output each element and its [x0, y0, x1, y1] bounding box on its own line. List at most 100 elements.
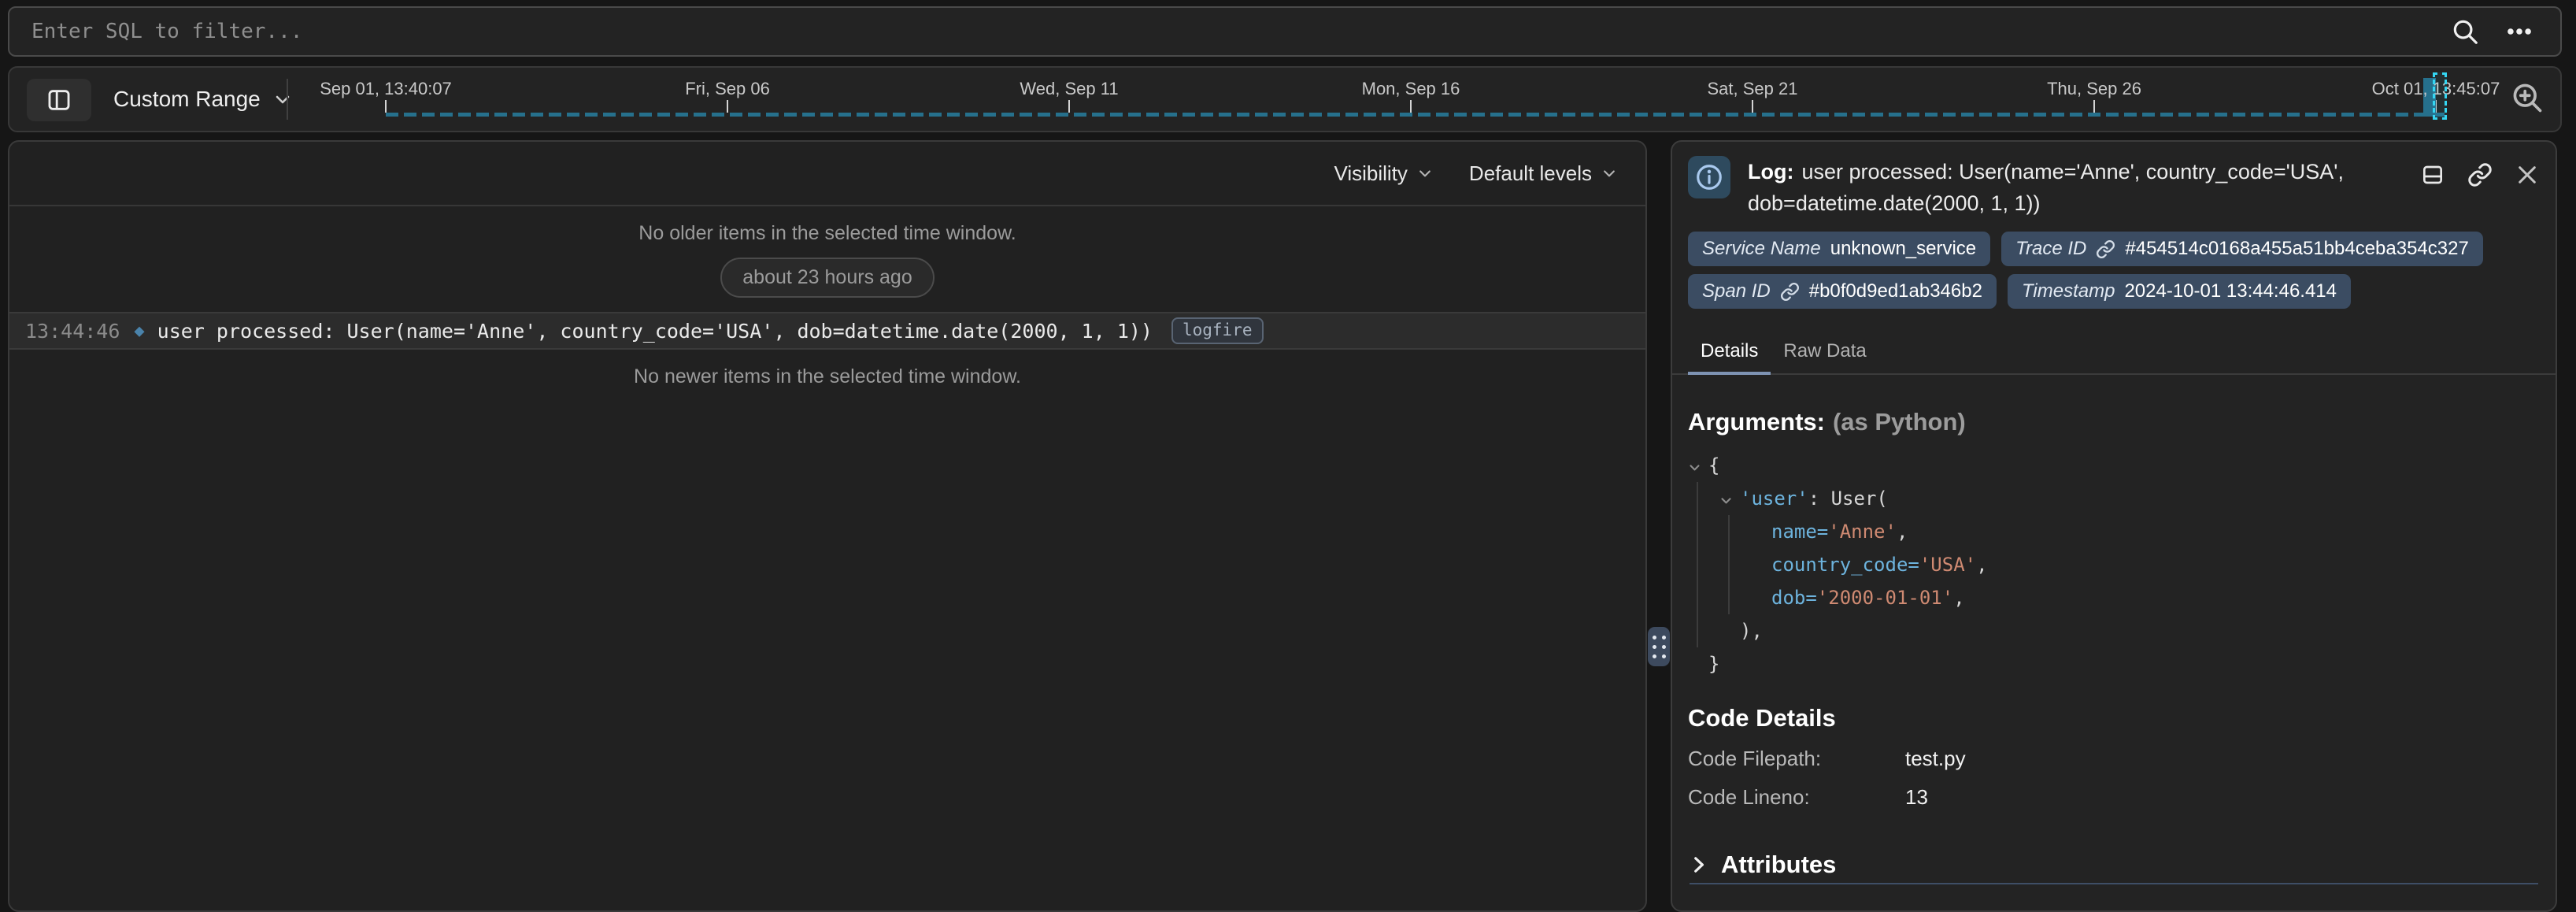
timeline-tick-label: Thu, Sep 26	[2047, 79, 2141, 99]
code-token: dob=	[1771, 587, 1817, 609]
collapse-toggle[interactable]	[1719, 484, 1733, 517]
chevron-down-icon[interactable]	[1719, 494, 1733, 507]
code-token: ,	[1976, 554, 1987, 576]
code-line: ),	[1688, 614, 2540, 647]
zoom-in-button[interactable]	[2510, 80, 2545, 117]
zoom-in-icon	[2510, 80, 2545, 115]
arguments-code-tree: {'user': User(name='Anne',country_code='…	[1688, 449, 2540, 680]
sql-filter-bar	[8, 6, 2562, 57]
panel-resizer[interactable]	[1647, 140, 1671, 885]
code-line: }	[1688, 647, 2540, 680]
badge-label: Span ID	[1702, 280, 1771, 302]
tab-raw-data[interactable]: Raw Data	[1771, 332, 1878, 373]
link-icon	[2096, 239, 2115, 259]
detail-actions	[2420, 156, 2540, 187]
code-detail-value: test.py	[1905, 747, 1966, 771]
code-token: 'user'	[1740, 488, 1808, 510]
badge-value: #454514c0168a455a51bb4ceba354c327	[2125, 238, 2468, 260]
badge-value: unknown_service	[1830, 238, 1976, 260]
chevron-down-icon	[1417, 165, 1433, 181]
default-levels-label: Default levels	[1469, 161, 1592, 186]
arguments-heading: Arguments:(as Python)	[1672, 408, 2556, 436]
log-row[interactable]: 13:44:46 ◆ user processed: User(name='An…	[9, 312, 1645, 350]
link-icon	[1780, 282, 1800, 302]
code-line: 'user': User(	[1688, 482, 2540, 515]
collapse-toggle[interactable]	[1688, 451, 1701, 484]
timeline-tick-label: Sep 01, 13:40:07	[320, 79, 452, 99]
timeline-tick-mark	[1068, 100, 1070, 113]
search-icon[interactable]	[2450, 17, 2480, 46]
code-token: '2000-01-01'	[1817, 587, 1953, 609]
timeline-tick-label: Sat, Sep 21	[1708, 79, 1798, 99]
log-detail-panel: Log:user processed: User(name='Anne', co…	[1671, 140, 2557, 912]
info-icon	[1694, 162, 1724, 192]
sidebar-toggle-button[interactable]	[27, 79, 91, 121]
log-row-timestamp: 13:44:46	[25, 320, 120, 343]
log-tag-badge[interactable]: logfire	[1171, 317, 1264, 344]
no-older-items-text: No older items in the selected time wind…	[9, 222, 1645, 245]
timeline-activity-baseline	[386, 113, 2447, 117]
detail-tabs: DetailsRaw Data	[1672, 332, 2556, 375]
section-divider	[1690, 883, 2538, 884]
code-token: 'Anne'	[1828, 521, 1897, 543]
log-list-header: Visibility Default levels	[9, 142, 1645, 206]
code-token: ,	[1897, 521, 1908, 543]
permalink-icon[interactable]	[2467, 162, 2493, 187]
badge-label: Service Name	[1702, 238, 1821, 260]
timeline-track[interactable]: Sep 01, 13:40:07Fri, Sep 06Wed, Sep 11Mo…	[293, 68, 2482, 131]
visibility-dropdown[interactable]: Visibility	[1334, 161, 1432, 186]
metadata-badge: Timestamp 2024-10-01 13:44:46.414	[2008, 274, 2351, 309]
sql-bar-actions	[2450, 17, 2560, 46]
code-detail-value: 13	[1905, 785, 1928, 810]
close-icon[interactable]	[2515, 162, 2540, 187]
timeline-selection-handle[interactable]	[2433, 72, 2447, 120]
no-newer-items-text: No newer items in the selected time wind…	[9, 365, 1645, 388]
badge-value: #b0f0d9ed1ab346b2	[1809, 280, 1982, 302]
timeline-tick-label: Fri, Sep 06	[685, 79, 770, 99]
timeline-tick-mark	[727, 100, 728, 113]
more-options-icon[interactable]	[2504, 17, 2535, 46]
chevron-down-icon	[273, 90, 292, 109]
default-levels-dropdown[interactable]: Default levels	[1469, 161, 1617, 186]
code-detail-row: Code Lineno:13	[1672, 785, 2556, 810]
code-token: ,	[1953, 587, 1964, 609]
chevron-down-icon[interactable]	[1688, 461, 1701, 474]
tab-details[interactable]: Details	[1688, 332, 1771, 375]
badge-label: Trace ID	[2015, 238, 2086, 260]
timeline-tick-mark	[385, 100, 387, 113]
detail-title-text: user processed: User(name='Anne', countr…	[1748, 160, 2344, 215]
code-line: {	[1688, 449, 2540, 482]
code-token: }	[1708, 653, 1719, 675]
dock-bottom-icon[interactable]	[2420, 162, 2445, 187]
time-range-dropdown[interactable]: Custom Range	[113, 68, 292, 131]
sql-filter-input[interactable]	[9, 20, 2450, 43]
detail-header: Log:user processed: User(name='Anne', co…	[1672, 142, 2556, 219]
timeline-divider	[287, 79, 288, 120]
relative-time-badge: about 23 hours ago	[720, 258, 934, 298]
detail-title-prefix: Log:	[1748, 160, 1793, 184]
log-list-panel: Visibility Default levels No older items…	[8, 140, 1647, 912]
timeline-tick-mark	[2093, 100, 2095, 113]
code-details-rows: Code Filepath:test.py Code Lineno:13	[1672, 747, 2556, 810]
panel-left-icon	[46, 87, 72, 113]
code-token: : User(	[1808, 488, 1888, 510]
log-row-message: user processed: User(name='Anne', countr…	[157, 320, 1153, 343]
code-line: dob='2000-01-01',	[1688, 581, 2540, 614]
code-line: name='Anne',	[1688, 515, 2540, 548]
code-token: {	[1708, 454, 1719, 476]
chevron-right-icon	[1688, 855, 1708, 875]
metadata-badge: Service Name unknown_service	[1688, 232, 1990, 266]
timeline-tick-mark	[1752, 100, 1753, 113]
code-details-heading: Code Details	[1688, 704, 2540, 732]
badge-label: Timestamp	[2022, 280, 2115, 302]
code-detail-row: Code Filepath:test.py	[1672, 747, 2556, 771]
arguments-mode-text: (as Python)	[1833, 408, 1966, 436]
metadata-badge[interactable]: Trace ID #454514c0168a455a51bb4ceba354c32…	[2001, 232, 2483, 266]
attributes-toggle[interactable]: Attributes	[1688, 851, 2540, 879]
attributes-heading-text: Attributes	[1721, 851, 1836, 879]
resizer-grip-handle[interactable]	[1648, 627, 1670, 666]
badge-value: 2024-10-01 13:44:46.414	[2124, 280, 2337, 302]
metadata-badge[interactable]: Span ID #b0f0d9ed1ab346b2	[1688, 274, 1997, 309]
timeline-tick-label: Mon, Sep 16	[1362, 79, 1460, 99]
log-level-diamond-icon: ◆	[134, 321, 144, 341]
